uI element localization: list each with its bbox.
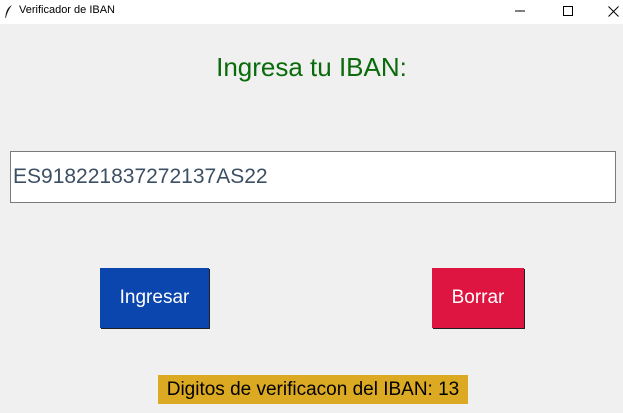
borrar-button[interactable]: Borrar [432, 268, 524, 328]
ingresar-button[interactable]: Ingresar [100, 268, 209, 328]
title-bar: Verificador de IBAN [0, 0, 623, 24]
window-title: Verificador de IBAN [19, 4, 115, 16]
result-label: Digitos de verificacon del IBAN: 13 [158, 375, 468, 404]
app-window: Verificador de IBAN Ingresa tu IBAN: Ing… [0, 0, 623, 413]
maximize-button[interactable] [545, 0, 591, 22]
minimize-icon [515, 10, 525, 12]
close-icon [607, 5, 619, 17]
iban-input[interactable] [10, 151, 616, 203]
page-heading: Ingresa tu IBAN: [216, 52, 407, 82]
close-button[interactable] [590, 0, 623, 22]
maximize-icon [563, 6, 573, 16]
minimize-button[interactable] [497, 0, 543, 22]
feather-icon [5, 5, 12, 18]
